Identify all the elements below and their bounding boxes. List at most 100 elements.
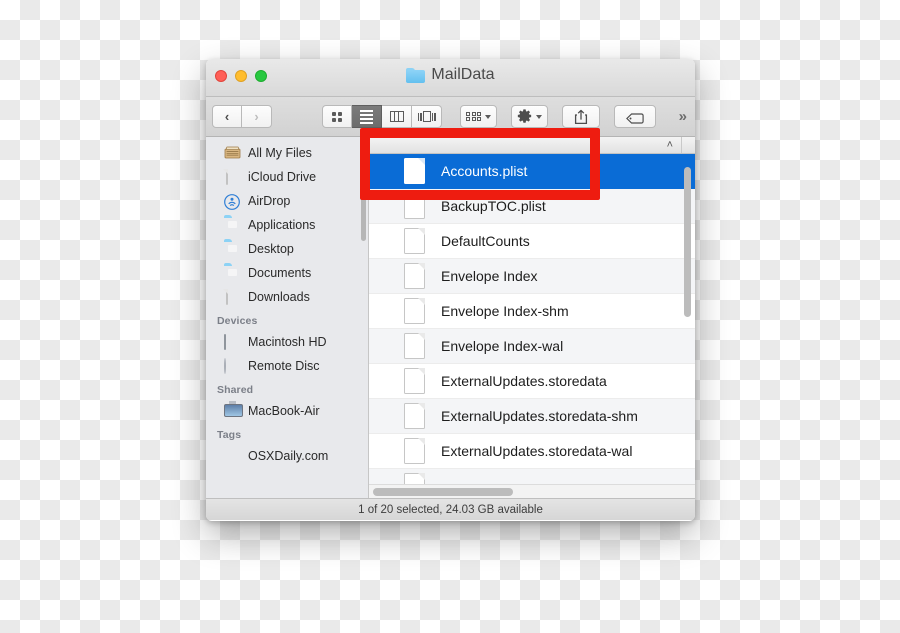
sidebar-section-tags: Tags xyxy=(217,429,242,441)
horizontal-scrollbar-thumb[interactable] xyxy=(373,488,513,496)
file-name: DefaultCounts xyxy=(441,233,530,249)
sidebar-item-desktop[interactable]: Desktop xyxy=(206,237,368,261)
file-name: Envelope Index xyxy=(441,268,538,284)
sidebar-item-label: Documents xyxy=(248,266,312,280)
arrange-button[interactable] xyxy=(460,105,497,128)
forward-button[interactable]: › xyxy=(242,105,272,128)
documents-folder-icon xyxy=(224,266,241,281)
table-row[interactable]: Envelope Index-shm xyxy=(369,294,695,329)
sidebar-item-documents[interactable]: Documents xyxy=(206,261,368,285)
sidebar-item-label: iCloud Drive xyxy=(248,170,317,184)
file-name: Envelope Index-shm xyxy=(441,303,569,319)
table-row[interactable]: ExternalUpdates.storedata-shm xyxy=(369,399,695,434)
document-file-icon xyxy=(404,368,425,394)
file-name: ExternalUpdates.storedata-shm xyxy=(441,408,638,424)
icon-view-button[interactable] xyxy=(322,105,352,128)
toolbar-overflow-button[interactable]: » xyxy=(679,108,689,125)
document-file-icon xyxy=(404,403,425,429)
table-row[interactable]: Envelope Index xyxy=(369,259,695,294)
downloads-icon xyxy=(224,288,241,305)
chevron-down-icon xyxy=(485,114,491,119)
sidebar-item-macintosh-hd[interactable]: Macintosh HD xyxy=(206,330,368,354)
action-gear-button[interactable] xyxy=(511,105,548,128)
gear-icon xyxy=(517,109,532,124)
window-body: All My Files iCloud Drive AirDrop Applic… xyxy=(206,137,695,498)
table-row[interactable]: DefaultCounts xyxy=(369,224,695,259)
finder-window: MailData ‹ › » All My Files iCloud Drive… xyxy=(206,59,695,521)
title-bar[interactable]: MailData xyxy=(206,59,695,97)
tag-button[interactable] xyxy=(614,105,656,128)
sidebar-item-label: Macintosh HD xyxy=(248,335,327,349)
sidebar-item-icloud-drive[interactable]: iCloud Drive xyxy=(206,165,368,189)
document-file-icon xyxy=(404,333,425,359)
document-file-icon xyxy=(404,228,425,254)
sidebar-item-airdrop[interactable]: AirDrop xyxy=(206,189,368,213)
sidebar-scrollbar[interactable] xyxy=(361,143,366,241)
sidebar-section-devices: Devices xyxy=(217,315,258,327)
table-row[interactable]: Accounts.plist xyxy=(369,154,695,189)
file-list-rows: Accounts.plist BackupTOC.plist DefaultCo… xyxy=(369,154,695,498)
window-title: MailData xyxy=(206,66,695,84)
sidebar-item-remote-disc[interactable]: Remote Disc xyxy=(206,354,368,378)
columns-icon xyxy=(389,111,404,122)
file-list-pane: ˄ Accounts.plist BackupTOC.plist Default… xyxy=(369,137,695,498)
red-tag-dot-icon xyxy=(224,449,241,464)
file-name: Envelope Index-wal xyxy=(441,338,564,354)
status-text: 1 of 20 selected, 24.03 GB available xyxy=(358,503,543,516)
applications-folder-icon xyxy=(224,218,241,233)
table-row[interactable]: ExternalUpdates.storedata xyxy=(369,364,695,399)
arrange-grid-icon xyxy=(466,111,481,122)
share-button[interactable] xyxy=(562,105,600,128)
document-file-icon xyxy=(404,298,425,324)
status-bar: 1 of 20 selected, 24.03 GB available xyxy=(206,498,695,520)
column-divider xyxy=(681,137,682,153)
sort-chevron-icon[interactable]: ˄ xyxy=(667,139,673,151)
file-list-column-header[interactable]: ˄ xyxy=(369,137,695,154)
grid-icon xyxy=(332,111,342,122)
tag-icon xyxy=(626,111,644,124)
airdrop-icon xyxy=(224,193,241,210)
sidebar-item-label: Downloads xyxy=(248,290,310,304)
navigation-buttons: ‹ › xyxy=(212,105,272,128)
sidebar-item-label: Desktop xyxy=(248,242,294,256)
column-view-button[interactable] xyxy=(382,105,412,128)
document-file-icon xyxy=(404,438,425,464)
chevron-down-icon xyxy=(536,114,542,119)
optical-disc-icon xyxy=(224,357,241,374)
sidebar-item-applications[interactable]: Applications xyxy=(206,213,368,237)
coverflow-icon xyxy=(417,111,436,123)
sidebar-item-label: All My Files xyxy=(248,146,312,160)
file-name: Accounts.plist xyxy=(441,163,528,179)
sidebar-item-macbook-air[interactable]: MacBook-Air xyxy=(206,399,368,423)
sidebar-item-label: Applications xyxy=(248,218,316,232)
document-file-icon xyxy=(404,263,425,289)
vertical-scrollbar[interactable] xyxy=(684,167,691,317)
sidebar-item-label: OSXDaily.com xyxy=(248,449,329,463)
window-title-text: MailData xyxy=(431,66,495,83)
document-file-icon xyxy=(404,193,425,219)
file-name: ExternalUpdates.storedata xyxy=(441,373,607,389)
coverflow-view-button[interactable] xyxy=(412,105,442,128)
horizontal-scrollbar-track[interactable] xyxy=(369,484,695,498)
desktop-folder-icon xyxy=(224,242,241,257)
icloud-drive-icon xyxy=(224,168,241,185)
sidebar: All My Files iCloud Drive AirDrop Applic… xyxy=(206,137,369,498)
sidebar-item-all-my-files[interactable]: All My Files xyxy=(206,141,368,165)
list-icon xyxy=(360,109,373,124)
sidebar-item-label: MacBook-Air xyxy=(248,404,320,418)
computer-icon xyxy=(224,404,241,419)
view-mode-segmented-control xyxy=(322,105,442,128)
list-view-button[interactable] xyxy=(352,105,382,128)
table-row[interactable]: ExternalUpdates.storedata-wal xyxy=(369,434,695,469)
table-row[interactable]: BackupTOC.plist xyxy=(369,189,695,224)
back-button[interactable]: ‹ xyxy=(212,105,242,128)
sidebar-item-osxdaily-tag[interactable]: OSXDaily.com xyxy=(206,444,368,468)
file-name: BackupTOC.plist xyxy=(441,198,546,214)
hard-disk-icon xyxy=(224,333,241,350)
document-file-icon xyxy=(404,158,425,184)
sidebar-item-downloads[interactable]: Downloads xyxy=(206,285,368,309)
sidebar-item-label: AirDrop xyxy=(248,194,291,208)
sidebar-item-label: Remote Disc xyxy=(248,359,320,373)
folder-icon xyxy=(406,67,426,83)
table-row[interactable]: Envelope Index-wal xyxy=(369,329,695,364)
